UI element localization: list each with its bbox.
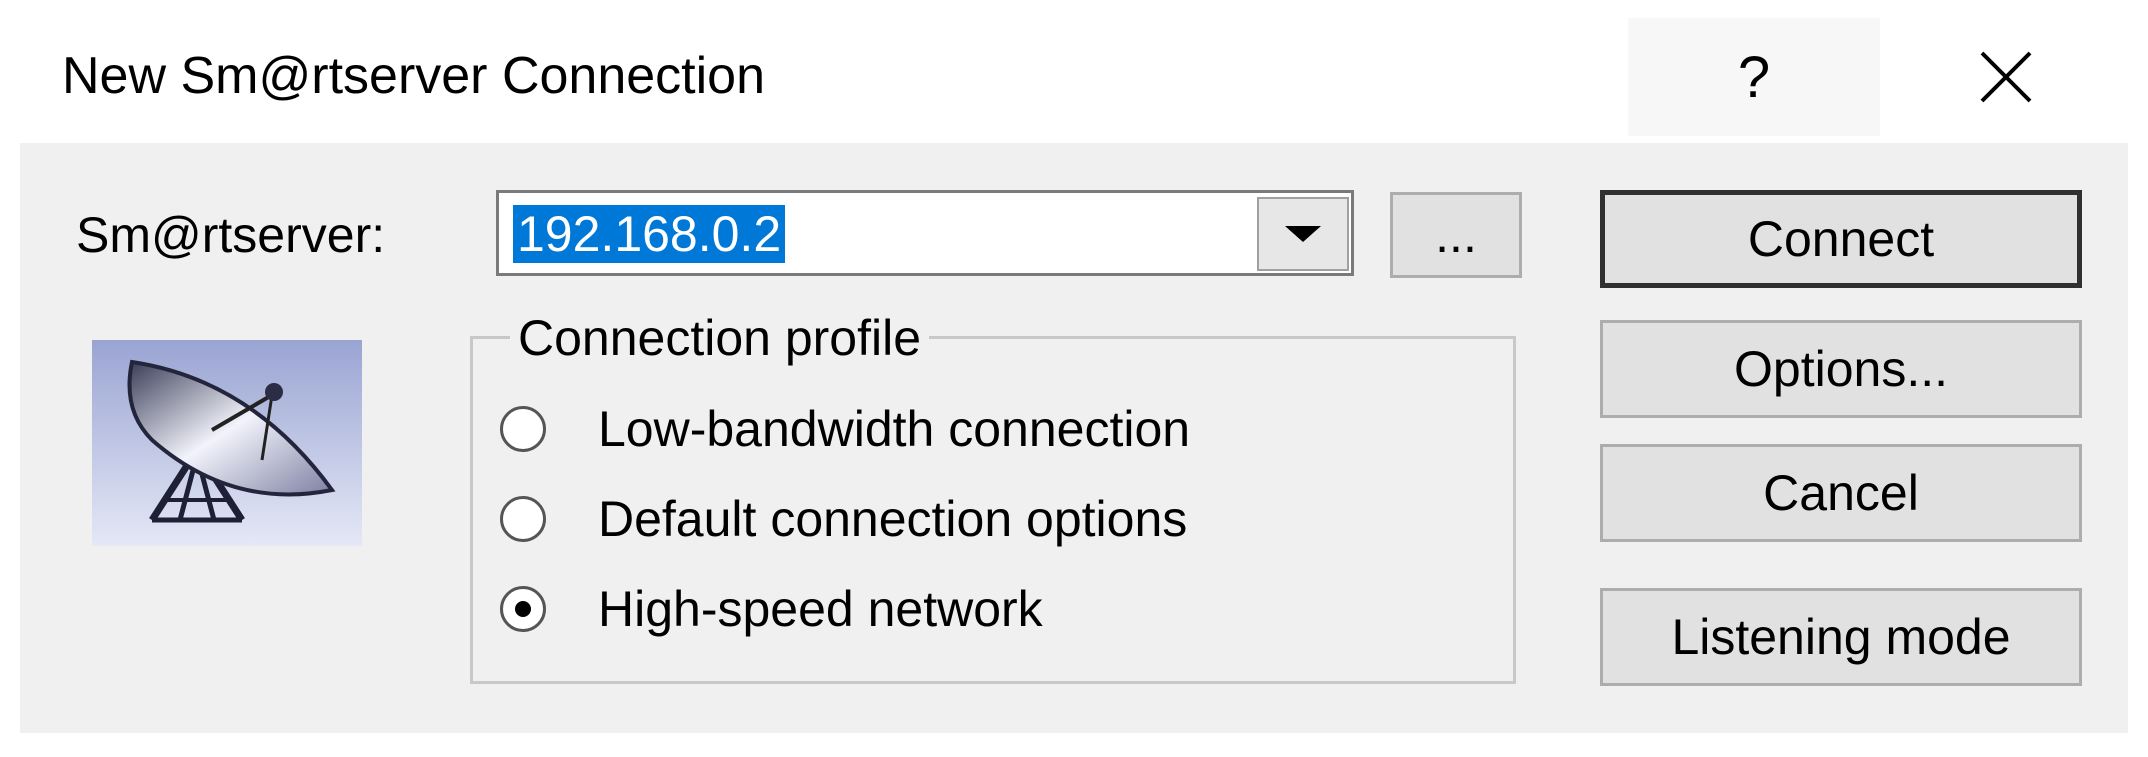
radio-button[interactable] [500,406,546,452]
combobox-dropdown-button[interactable] [1257,197,1349,271]
close-icon [1980,51,2032,103]
server-input[interactable]: 192.168.0.2 [513,205,786,263]
connect-button[interactable]: Connect [1600,190,2082,288]
window-title: New Sm@rtserver Connection [62,47,766,105]
radio-selected-dot [515,601,531,617]
radio-label: Low-bandwidth connection [598,401,1191,457]
listening-mode-button[interactable]: Listening mode [1600,588,2082,686]
connection-profile-legend: Connection profile [510,308,930,368]
radio-label: High-speed network [598,581,1043,637]
help-button[interactable]: ? [1628,18,1880,136]
radio-low-bandwidth[interactable]: Low-bandwidth connection [500,394,1190,464]
radio-high-speed[interactable]: High-speed network [500,574,1043,644]
cancel-button[interactable]: Cancel [1600,444,2082,542]
chevron-down-icon [1285,226,1321,242]
browse-button[interactable]: ... [1390,192,1522,278]
server-label: Sm@rtserver: [76,207,386,263]
close-button[interactable] [1880,18,2132,136]
title-bar[interactable]: New Sm@rtserver Connection ? [0,0,2148,143]
server-combobox[interactable]: 192.168.0.2 [496,190,1354,276]
options-button[interactable]: Options... [1600,320,2082,418]
satellite-dish-icon [92,340,362,546]
radio-button[interactable] [500,496,546,542]
window-bottom-edge [0,733,2148,757]
radio-button-selected[interactable] [500,586,546,632]
radio-label: Default connection options [598,491,1188,547]
radio-default-options[interactable]: Default connection options [500,484,1187,554]
